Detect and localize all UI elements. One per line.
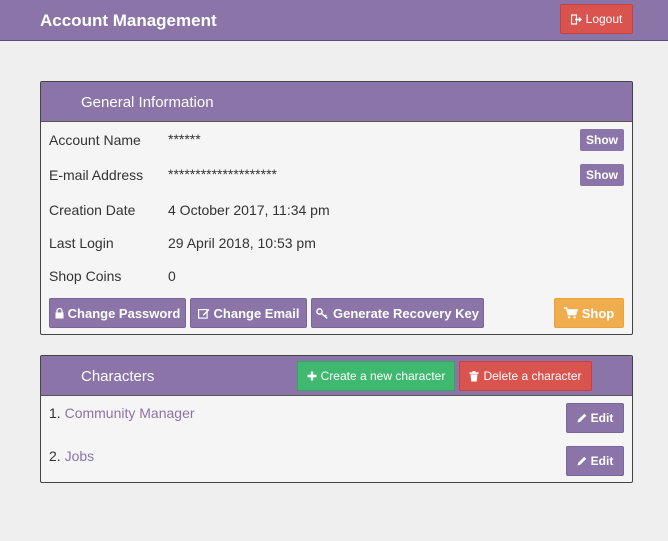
change-email-button[interactable]: Change Email (190, 298, 307, 328)
account-name-value: ****** (168, 131, 201, 147)
create-character-label: Create a new character (320, 369, 446, 383)
change-password-button[interactable]: Change Password (49, 298, 186, 328)
panel-title: Characters (81, 368, 155, 385)
logout-button[interactable]: Logout (560, 4, 633, 34)
characters-panel: Characters Create a new character Delete… (40, 355, 633, 483)
sign-out-icon (570, 13, 582, 25)
list-item: 1. Community Manager (49, 405, 195, 421)
creation-date-value: 4 October 2017, 11:34 pm (168, 202, 330, 218)
creation-date-label: Creation Date (49, 202, 136, 218)
trash-icon (469, 370, 479, 382)
logout-label: Logout (585, 12, 623, 26)
shop-label: Shop (581, 305, 615, 321)
list-item: 2. Jobs (49, 448, 94, 464)
edit-label: Edit (590, 454, 614, 468)
last-login-label: Last Login (49, 235, 114, 251)
change-email-label: Change Email (213, 305, 300, 321)
delete-character-button[interactable]: Delete a character (459, 361, 592, 391)
generate-recovery-key-label: Generate Recovery Key (333, 305, 479, 321)
edit-character-button[interactable]: Edit (566, 403, 624, 433)
character-index: 1. (49, 405, 65, 421)
email-label: E-mail Address (49, 167, 144, 183)
plus-icon (307, 371, 317, 381)
top-navbar: Account Management Logout (0, 0, 668, 41)
character-link[interactable]: Jobs (65, 448, 95, 464)
show-account-name-button[interactable]: Show (580, 129, 624, 151)
pencil-icon (577, 413, 587, 423)
delete-character-label: Delete a character (483, 369, 582, 383)
pencil-icon (577, 456, 587, 466)
shop-coins-label: Shop Coins (49, 268, 122, 284)
generate-recovery-key-button[interactable]: Generate Recovery Key (311, 298, 484, 328)
last-login-value: 29 April 2018, 10:53 pm (168, 235, 316, 251)
create-character-button[interactable]: Create a new character (297, 361, 455, 391)
cart-icon (563, 307, 578, 319)
character-index: 2. (49, 448, 65, 464)
app-title: Account Management (40, 11, 217, 30)
general-information-panel: General Information Account Name ****** … (40, 81, 633, 335)
change-password-label: Change Password (67, 305, 181, 321)
edit-icon (197, 308, 210, 319)
edit-label: Edit (590, 411, 614, 425)
edit-character-button[interactable]: Edit (566, 446, 624, 476)
account-name-label: Account Name (49, 132, 141, 148)
shop-coins-value: 0 (168, 268, 176, 284)
character-link[interactable]: Community Manager (65, 405, 195, 421)
shop-button[interactable]: Shop (554, 298, 624, 328)
lock-icon (55, 307, 64, 319)
show-email-button[interactable]: Show (580, 164, 624, 186)
panel-title: General Information (81, 94, 214, 111)
key-icon (316, 307, 329, 319)
email-value: ******************** (168, 166, 277, 182)
panel-header: General Information (41, 82, 632, 122)
